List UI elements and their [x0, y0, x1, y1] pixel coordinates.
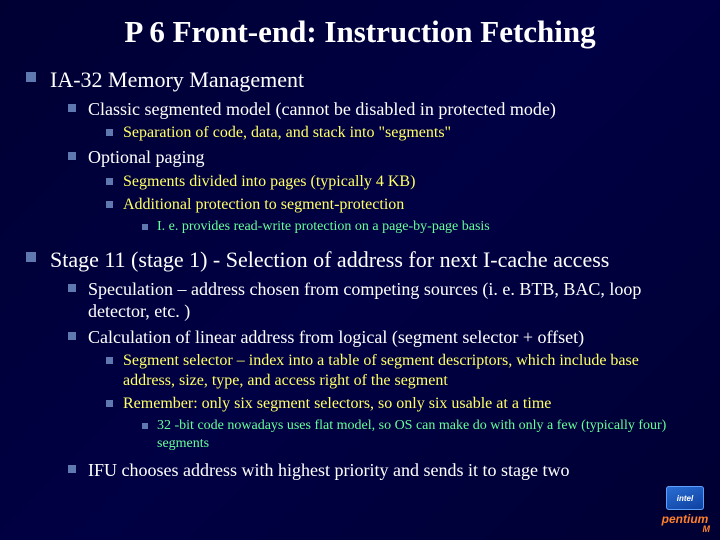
bullet-text: Additional protection to segment-protect… [123, 195, 404, 215]
bullet-icon [68, 284, 76, 292]
bullet-icon [26, 72, 36, 82]
bullet-icon [142, 423, 148, 429]
bullet-text: Stage 11 (stage 1) - Selection of addres… [50, 246, 609, 274]
bullet-icon [106, 400, 113, 407]
bullet-icon [106, 357, 113, 364]
bullet-icon [26, 252, 36, 262]
logo-brand-text: pentium [662, 512, 709, 526]
bullet-lvl2: Speculation – address chosen from compet… [68, 278, 694, 323]
bullet-lvl3: Remember: only six segment selectors, so… [106, 394, 694, 414]
bullet-text: I. e. provides read-write protection on … [157, 218, 490, 236]
bullet-icon [68, 332, 76, 340]
slide-title: P 6 Front-end: Instruction Fetching [26, 14, 694, 50]
bullet-text: Classic segmented model (cannot be disab… [88, 98, 556, 121]
bullet-text: Speculation – address chosen from compet… [88, 278, 694, 323]
bullet-icon [68, 104, 76, 112]
bullet-icon [68, 152, 76, 160]
bullet-icon [106, 178, 113, 185]
bullet-text: IA-32 Memory Management [50, 66, 304, 94]
bullet-lvl3: Segments divided into pages (typically 4… [106, 172, 694, 192]
bullet-icon [68, 465, 76, 473]
logo-chip-text: intel [677, 494, 693, 503]
bullet-lvl3: Separation of code, data, and stack into… [106, 123, 694, 143]
bullet-text: Segment selector – index into a table of… [123, 351, 694, 391]
bullet-text: Segments divided into pages (typically 4… [123, 172, 415, 192]
bullet-text: IFU chooses address with highest priorit… [88, 459, 569, 482]
bullet-lvl4: I. e. provides read-write protection on … [142, 218, 694, 236]
bullet-text: Remember: only six segment selectors, so… [123, 394, 551, 414]
logo-suffix-text: M [703, 524, 711, 534]
bullet-text: 32 -bit code nowadays uses flat model, s… [157, 417, 694, 452]
intel-pentium-logo: intel pentium M [656, 486, 714, 534]
bullet-lvl1: Stage 11 (stage 1) - Selection of addres… [26, 246, 694, 274]
bullet-lvl2: Calculation of linear address from logic… [68, 326, 694, 349]
bullet-text: Optional paging [88, 146, 204, 169]
bullet-lvl2: Optional paging [68, 146, 694, 169]
bullet-lvl3: Segment selector – index into a table of… [106, 351, 694, 391]
slide: P 6 Front-end: Instruction Fetching IA-3… [0, 0, 720, 495]
bullet-icon [106, 201, 113, 208]
bullet-lvl2: IFU chooses address with highest priorit… [68, 459, 694, 482]
bullet-lvl3: Additional protection to segment-protect… [106, 195, 694, 215]
bullet-icon [106, 129, 113, 136]
bullet-lvl2: Classic segmented model (cannot be disab… [68, 98, 694, 121]
bullet-text: Calculation of linear address from logic… [88, 326, 584, 349]
intel-chip-icon: intel [666, 486, 704, 510]
bullet-text: Separation of code, data, and stack into… [123, 123, 451, 143]
bullet-lvl4: 32 -bit code nowadays uses flat model, s… [142, 417, 694, 452]
bullet-icon [142, 224, 148, 230]
bullet-lvl1: IA-32 Memory Management [26, 66, 694, 94]
